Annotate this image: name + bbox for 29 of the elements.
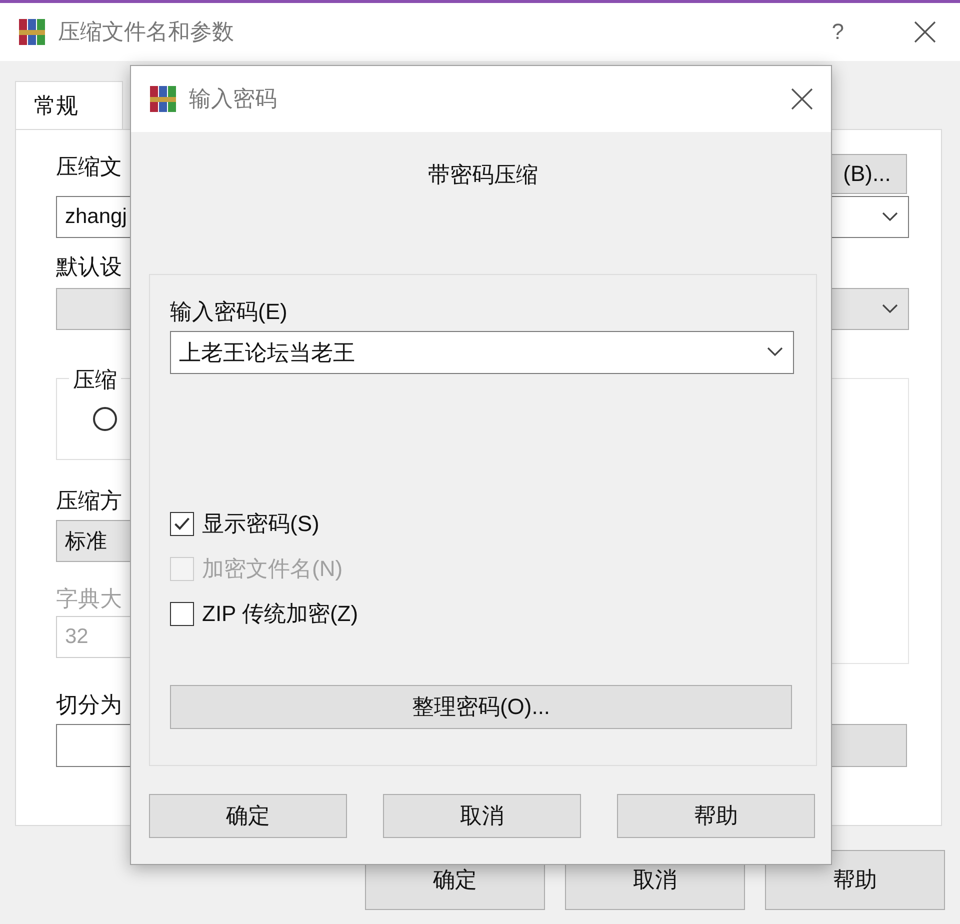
dialog-title: 输入密码	[189, 85, 278, 113]
close-icon[interactable]	[791, 88, 813, 110]
radio-button[interactable]	[93, 407, 117, 431]
dialog-button[interactable]: 确定	[149, 794, 347, 838]
tab[interactable]: 常规	[15, 81, 123, 129]
dialog-button[interactable]: 帮助	[617, 794, 815, 838]
checkbox-option[interactable]: ZIP 传统加密(Z)	[170, 596, 358, 631]
dialog-button[interactable]: 帮助	[765, 850, 945, 910]
field-label: 输入密码(E)	[170, 298, 288, 325]
close-icon[interactable]	[914, 21, 936, 43]
chevron-down-icon	[767, 347, 783, 357]
field-label: 压缩方	[56, 487, 122, 515]
dialog-button[interactable]: 取消	[383, 794, 581, 838]
field-label: 默认设	[56, 253, 122, 281]
window-title: 压缩文件名和参数	[58, 18, 235, 46]
field-label: 切分为	[56, 691, 122, 719]
chevron-down-icon	[882, 212, 898, 222]
field-label: 字典大	[56, 585, 122, 613]
organize-passwords-button[interactable]: 整理密码(O)...	[170, 685, 792, 729]
help-button[interactable]: ?	[832, 19, 844, 45]
checkbox-option[interactable]: 显示密码(S)	[170, 506, 320, 541]
books-icon	[18, 18, 46, 46]
checkbox[interactable]	[170, 602, 194, 626]
dialog-heading: 带密码压缩	[427, 161, 539, 189]
checkbox[interactable]	[170, 512, 194, 536]
books-icon	[149, 85, 177, 113]
field-label: 压缩文	[56, 153, 122, 181]
password-field[interactable]: 上老王论坛当老王	[170, 331, 794, 374]
chevron-down-icon	[882, 304, 898, 314]
